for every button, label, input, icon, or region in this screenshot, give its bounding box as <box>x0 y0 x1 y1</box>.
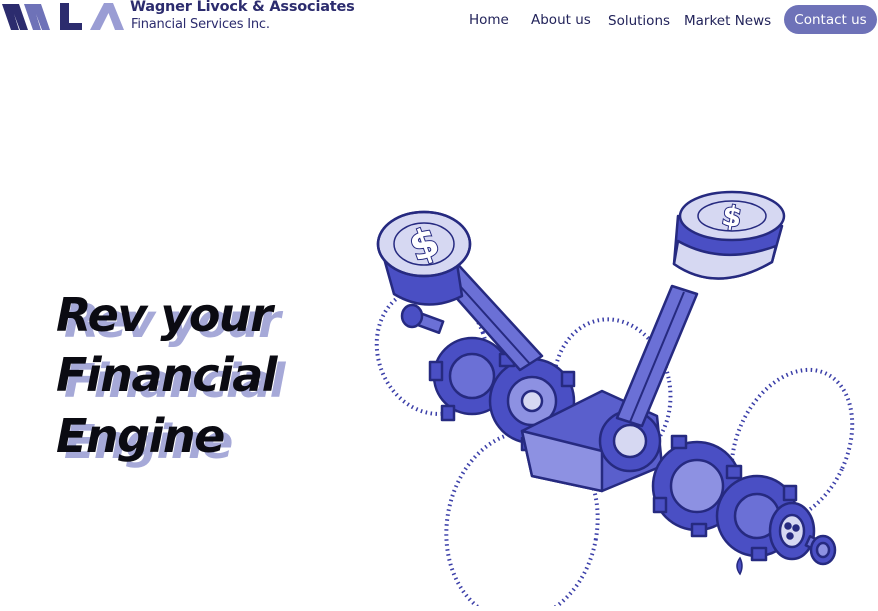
brand-subtitle: Financial Services Inc. <box>131 17 270 32</box>
nav-solutions[interactable]: Solutions <box>608 13 670 29</box>
hero-line-2: Financial <box>56 348 278 402</box>
brand-name: Wagner Livock & Associates <box>130 0 355 15</box>
engine-illustration: $ $ <box>374 190 855 606</box>
contact-us-button[interactable]: Contact us <box>784 5 877 34</box>
nav-home[interactable]: Home <box>469 12 509 28</box>
nav-market-news[interactable]: Market News <box>684 13 771 29</box>
logo-icon[interactable] <box>0 0 126 34</box>
hero-line-1: Rev your <box>56 288 273 342</box>
site-header: Wagner Livock & Associates Financial Ser… <box>0 0 878 40</box>
hero-line-3: Engine <box>56 409 225 463</box>
hero-heading: Rev your Financial Engine Rev your Finan… <box>56 288 356 488</box>
nav-about-us[interactable]: About us <box>531 12 591 28</box>
